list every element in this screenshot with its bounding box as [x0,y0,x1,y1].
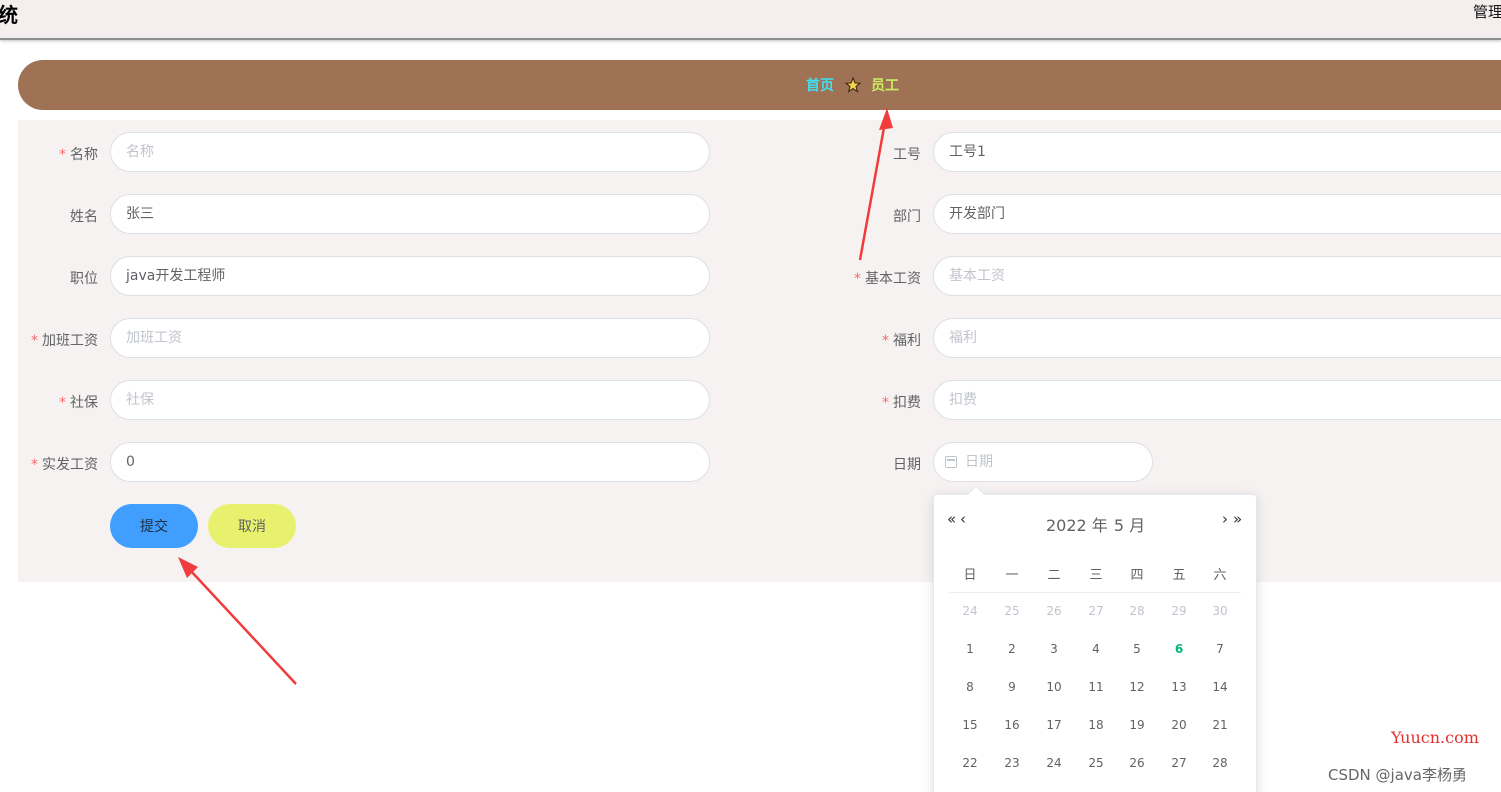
name-label: * 名称 [59,147,98,163]
calendar-day[interactable]: 23 [997,756,1027,770]
calendar-day[interactable]: 20 [1164,718,1194,732]
calendar-day[interactable]: 9 [997,680,1027,694]
calendar-day[interactable]: 7 [1205,642,1235,656]
calendar-day[interactable]: 25 [1081,756,1111,770]
app-title: 统 [0,3,18,27]
weekday-divider [949,592,1241,593]
calendar-day[interactable]: 17 [1039,718,1069,732]
calendar-day-today[interactable]: 6 [1164,642,1194,656]
calendar-day[interactable]: 4 [1081,642,1111,656]
net-pay-input[interactable]: 0 [110,442,710,482]
position-label: 职位 [70,271,98,287]
fullname-input[interactable]: 张三 [110,194,710,234]
overtime-pay-input[interactable]: 加班工资 [110,318,710,358]
deduction-input[interactable]: 扣费 [933,380,1501,420]
date-placeholder: 日期 [965,454,993,470]
prev-year-button[interactable]: « [947,510,956,528]
year-label[interactable]: 2022 年 [1046,516,1108,535]
calendar-day[interactable]: 24 [955,604,985,618]
social-security-input[interactable]: 社保 [110,380,710,420]
weekday-header: 一 [1005,568,1019,583]
watermark-author: CSDN @java李杨勇 [1328,766,1467,784]
calendar-day[interactable]: 11 [1081,680,1111,694]
deduction-label: * 扣费 [882,395,921,411]
calendar-day[interactable]: 3 [1039,642,1069,656]
date-input[interactable]: 日期 [933,442,1153,482]
calendar-day[interactable]: 10 [1039,680,1069,694]
net-pay-label: * 实发工资 [31,457,98,473]
submit-button[interactable]: 提交 [110,504,198,548]
admin-menu[interactable]: 管理 [1473,1,1501,22]
social-security-label: * 社保 [59,395,98,411]
employee-id-input[interactable]: 工号1 [933,132,1501,172]
breadcrumb-bar [18,60,1501,110]
month-label[interactable]: 5 月 [1114,516,1145,535]
weekday-header: 六 [1213,568,1227,583]
star-icon [845,77,861,93]
page: 统 管理 首页 员工 * 名称 名称 姓名 张三 职位 java开发工程师 * 加班… [0,0,1501,792]
name-input[interactable]: 名称 [110,132,710,172]
calendar-day[interactable]: 21 [1205,718,1235,732]
employee-id-label: 工号 [893,147,921,163]
base-salary-input[interactable]: 基本工资 [933,256,1501,296]
benefits-label: * 福利 [882,333,921,349]
calendar-day[interactable]: 5 [1122,642,1152,656]
next-month-button[interactable]: › [1222,510,1228,528]
calendar-day[interactable]: 8 [955,680,985,694]
department-label: 部门 [893,209,921,225]
base-salary-label: * 基本工资 [854,271,921,287]
calendar-day[interactable]: 30 [1205,604,1235,618]
department-input[interactable]: 开发部门 [933,194,1501,234]
fullname-label: 姓名 [70,209,98,225]
calendar-day[interactable]: 28 [1122,604,1152,618]
cancel-button[interactable]: 取消 [208,504,296,548]
calendar-day[interactable]: 16 [997,718,1027,732]
calendar-day[interactable]: 15 [955,718,985,732]
weekday-header: 三 [1089,568,1103,583]
calendar-day[interactable]: 29 [1164,604,1194,618]
calendar-day[interactable]: 12 [1122,680,1152,694]
benefits-input[interactable]: 福利 [933,318,1501,358]
calendar-day[interactable]: 27 [1164,756,1194,770]
calendar-day[interactable]: 27 [1081,604,1111,618]
calendar-day[interactable]: 22 [955,756,985,770]
weekday-header: 日 [963,568,977,583]
prev-month-button[interactable]: ‹ [960,510,966,528]
weekday-header: 二 [1047,568,1061,583]
next-year-button[interactable]: » [1233,510,1242,528]
calendar-day[interactable]: 24 [1039,756,1069,770]
calendar-day[interactable]: 25 [997,604,1027,618]
top-header: 统 管理 [0,0,1501,40]
weekday-header: 四 [1130,568,1144,583]
breadcrumb-current: 员工 [871,78,899,94]
calendar-icon [945,456,957,468]
calendar-day[interactable]: 28 [1205,756,1235,770]
calendar-day[interactable]: 14 [1205,680,1235,694]
position-input[interactable]: java开发工程师 [110,256,710,296]
breadcrumb-home-link[interactable]: 首页 [806,75,834,95]
calendar-day[interactable]: 19 [1122,718,1152,732]
calendar-day[interactable]: 18 [1081,718,1111,732]
calendar-day[interactable]: 26 [1039,604,1069,618]
calendar-day[interactable]: 2 [997,642,1027,656]
overtime-pay-label: * 加班工资 [31,333,98,349]
watermark-site: Yuucn.com [1391,728,1479,747]
calendar-day[interactable]: 1 [955,642,985,656]
calendar-day[interactable]: 13 [1164,680,1194,694]
calendar-day[interactable]: 26 [1122,756,1152,770]
date-label: 日期 [893,457,921,473]
date-picker-header: 2022 年 5 月 [1046,512,1151,536]
weekday-header: 五 [1172,568,1186,583]
